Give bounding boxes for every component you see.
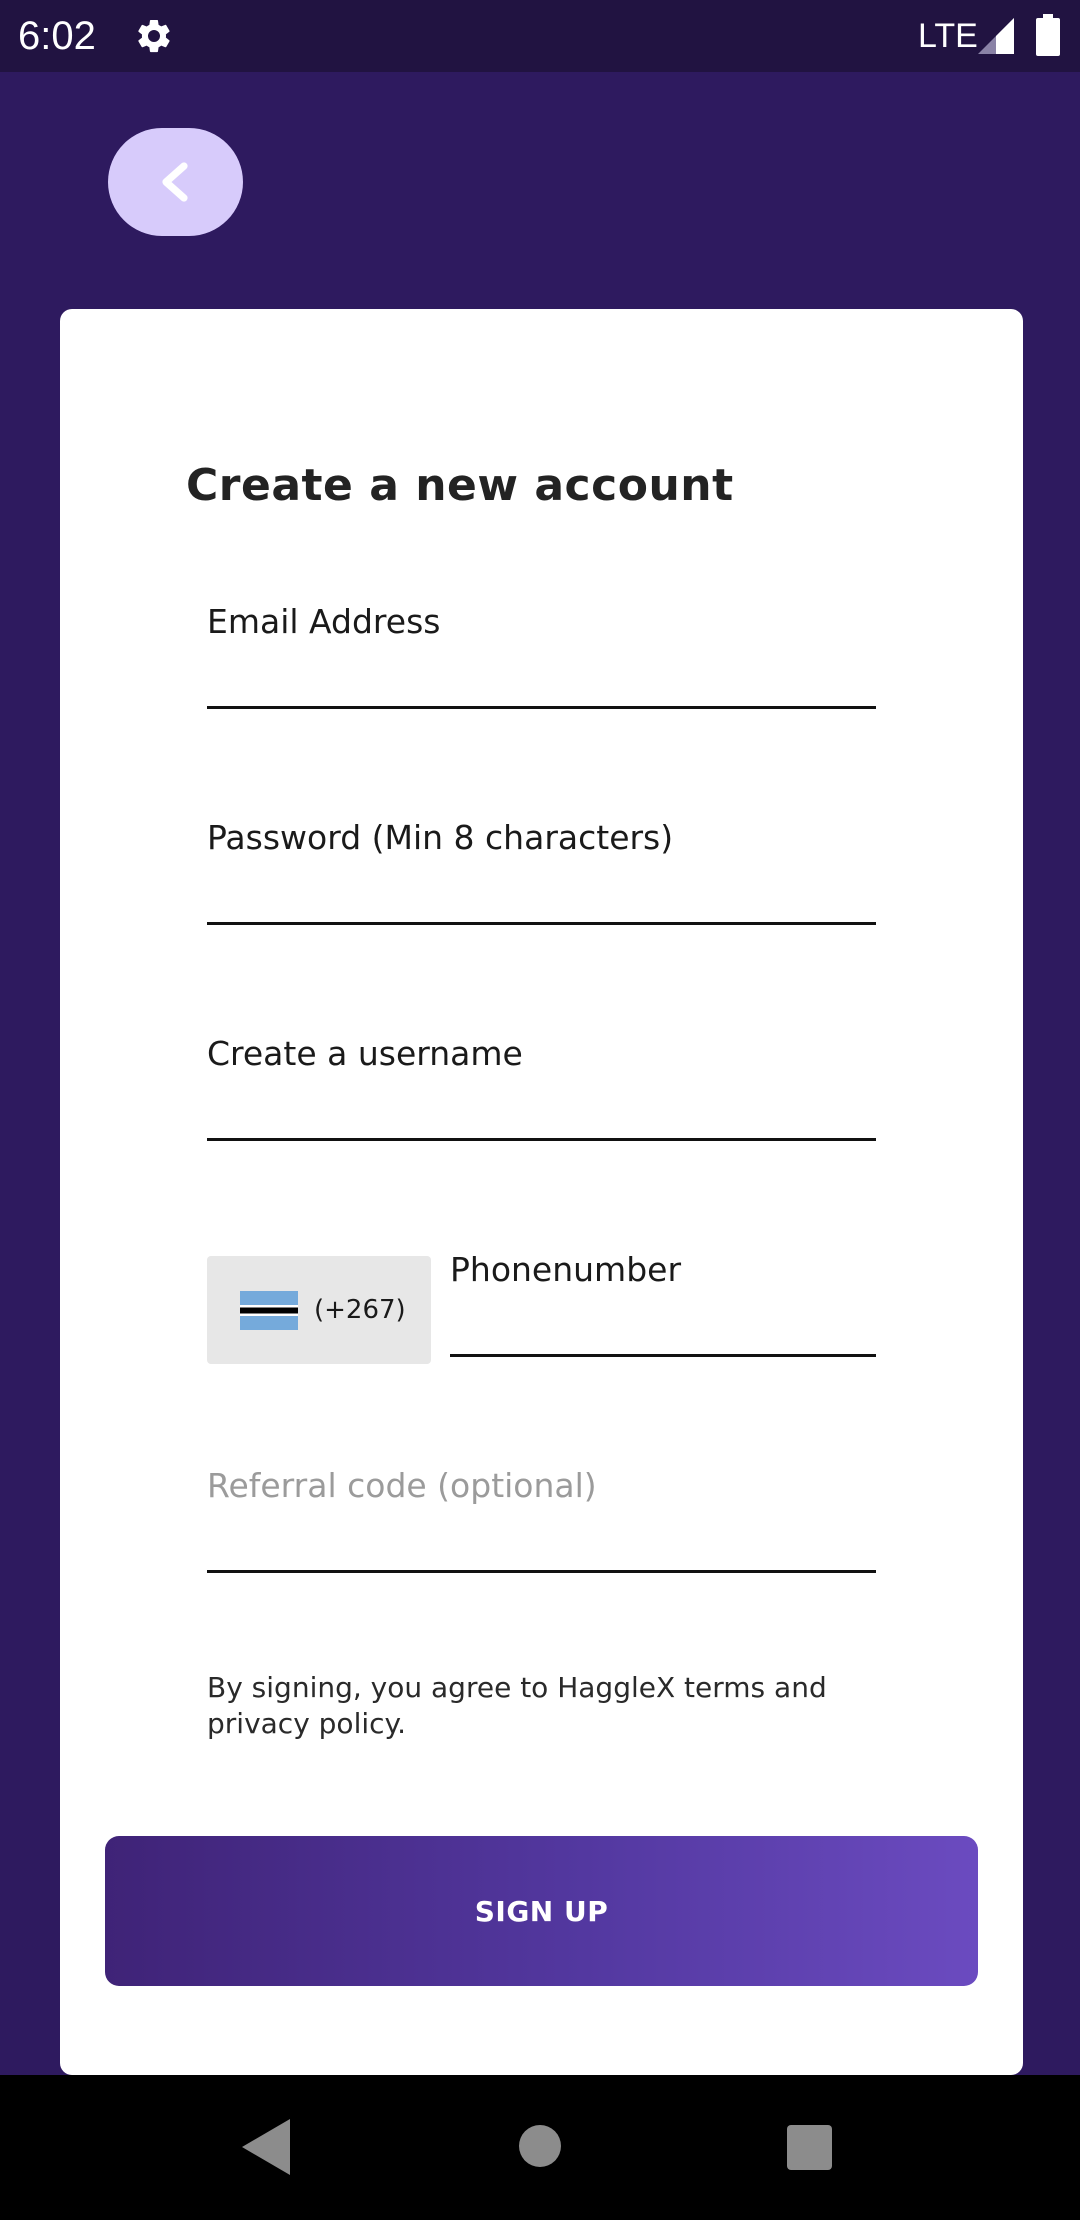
sign-up-button[interactable]: SIGN UP — [105, 1836, 978, 1986]
status-time: 6:02 — [18, 14, 96, 58]
gear-icon — [134, 16, 174, 56]
chevron-left-icon — [161, 162, 188, 202]
phone-underline — [450, 1354, 876, 1357]
referral-field[interactable] — [207, 1508, 880, 1570]
back-button[interactable] — [108, 128, 243, 236]
country-code-picker[interactable]: (+267) — [207, 1256, 431, 1364]
terms-text: By signing, you agree to HaggleX terms a… — [207, 1671, 827, 1740]
username-field[interactable] — [207, 1076, 880, 1138]
phone-field[interactable] — [450, 1292, 880, 1354]
battery-icon — [1036, 14, 1060, 56]
system-nav-bar — [0, 2075, 1080, 2220]
password-label: Password (Min 8 characters) — [207, 818, 674, 857]
network-type: LTE — [918, 17, 978, 55]
signal-icon — [978, 18, 1014, 54]
phone-label: Phonenumber — [450, 1250, 682, 1289]
signup-card — [60, 309, 1023, 2075]
password-field[interactable] — [207, 860, 880, 922]
username-underline — [207, 1138, 876, 1141]
email-label: Email Address — [207, 602, 441, 641]
status-bar: 6:02 LTE — [0, 0, 1080, 72]
botswana-flag-icon — [240, 1291, 298, 1330]
nav-back-icon[interactable] — [242, 2119, 290, 2175]
nav-home-icon[interactable] — [519, 2125, 561, 2167]
country-dial-code: (+267) — [314, 1295, 406, 1325]
password-underline — [207, 922, 876, 925]
referral-underline — [207, 1570, 876, 1573]
referral-placeholder: Referral code (optional) — [207, 1466, 597, 1505]
page-title: Create a new account — [186, 460, 734, 511]
username-label: Create a username — [207, 1034, 523, 1073]
email-underline — [207, 706, 876, 709]
email-field[interactable] — [207, 645, 880, 707]
nav-recents-icon[interactable] — [787, 2125, 832, 2170]
